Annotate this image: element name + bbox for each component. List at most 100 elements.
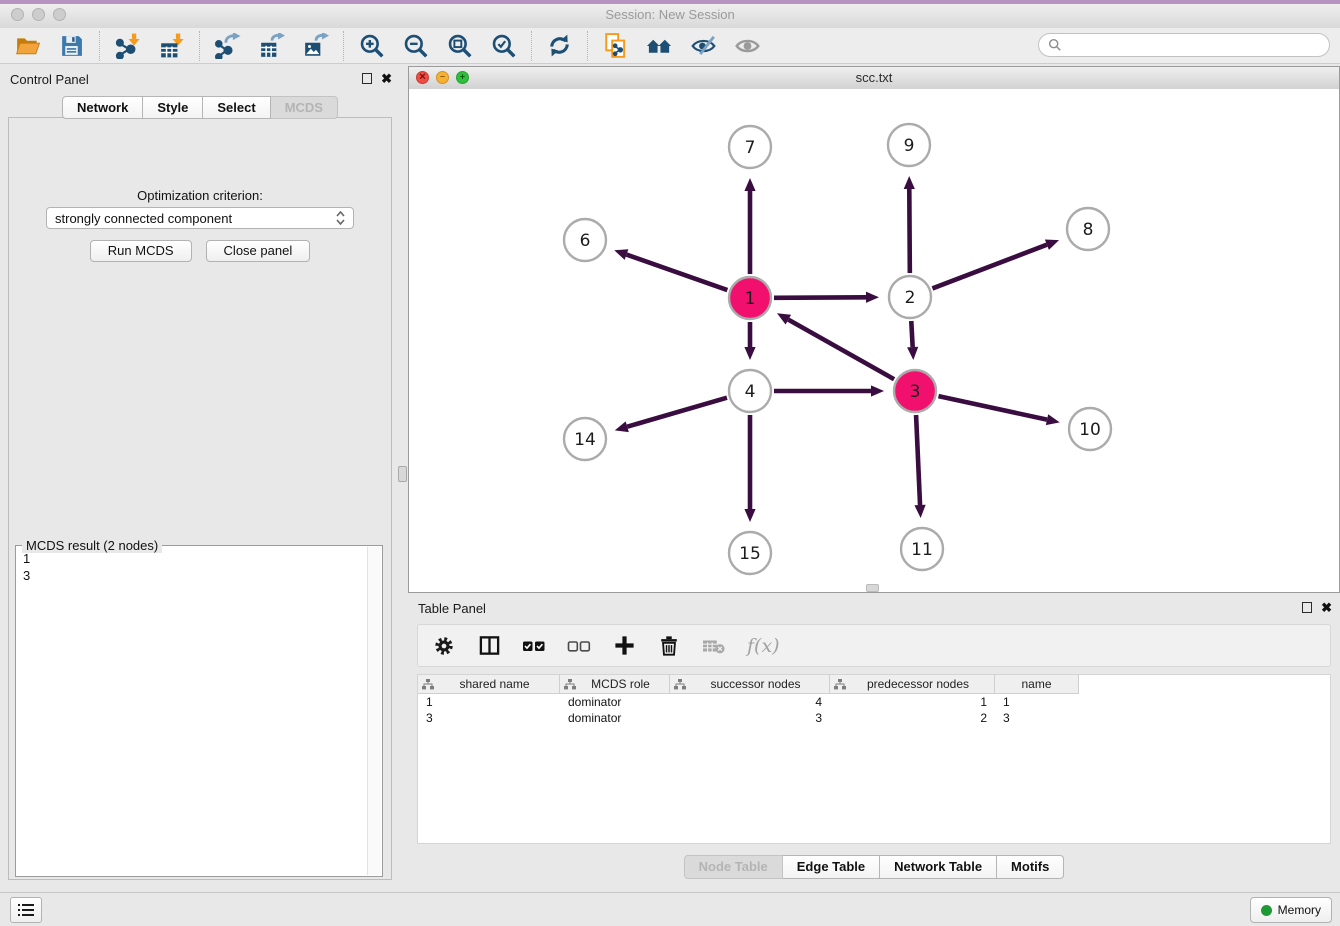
- edge-arrowhead: [907, 347, 918, 360]
- edge-3-11[interactable]: [916, 415, 920, 505]
- tab-mcds[interactable]: MCDS: [271, 96, 338, 119]
- column-header-predecessor-nodes[interactable]: predecessor nodes: [830, 675, 995, 694]
- table-cell[interactable]: 3: [995, 710, 1079, 726]
- criterion-value: strongly connected component: [55, 211, 336, 226]
- control-panel: Control Panel ✖ NetworkStyleSelectMCDS O…: [0, 66, 400, 884]
- show-all-icon[interactable]: [734, 32, 761, 59]
- mcds-result-text: 1 3: [17, 547, 368, 875]
- close-panel-button[interactable]: Close panel: [206, 240, 311, 262]
- table-cell[interactable]: 1: [995, 694, 1079, 710]
- table-toolbar: f(x): [417, 624, 1331, 667]
- canvas-splitter-handle[interactable]: [866, 584, 879, 592]
- export-table-icon[interactable]: [258, 32, 285, 59]
- main-toolbar: [0, 28, 1340, 64]
- edge-3-1[interactable]: [788, 320, 894, 380]
- edge-arrowhead: [871, 385, 884, 396]
- zoom-selected-icon[interactable]: [490, 32, 517, 59]
- graph-node-label: 11: [911, 540, 933, 560]
- import-table-icon[interactable]: [158, 32, 185, 59]
- edge-arrowhead: [615, 421, 629, 432]
- flat-tree-icon: [564, 679, 576, 690]
- hide-selected-icon[interactable]: [690, 32, 717, 59]
- edge-arrowhead: [744, 178, 755, 191]
- deselect-all-checkboxes-icon[interactable]: [567, 634, 591, 658]
- open-session-icon[interactable]: [14, 32, 41, 59]
- table-cell[interactable]: 2: [830, 710, 995, 726]
- tab-motifs[interactable]: Motifs: [997, 855, 1064, 879]
- table-cell[interactable]: 3: [670, 710, 830, 726]
- split-panel-icon[interactable]: [477, 634, 501, 658]
- memory-button[interactable]: Memory: [1250, 897, 1332, 923]
- network-from-clipboard-icon[interactable]: [602, 32, 629, 59]
- close-panel-icon[interactable]: ✖: [381, 72, 392, 85]
- edge-3-10[interactable]: [938, 396, 1047, 420]
- column-settings-gear-icon[interactable]: [432, 634, 456, 658]
- graph-node-label: 15: [739, 544, 761, 564]
- optimization-criterion-label: Optimization criterion:: [9, 188, 391, 203]
- tab-select[interactable]: Select: [203, 96, 270, 119]
- node-table: shared nameMCDS rolesuccessor nodesprede…: [417, 674, 1331, 844]
- edge-arrowhead: [614, 249, 628, 260]
- result-scrollbar[interactable]: [367, 547, 381, 875]
- mcds-result-box: MCDS result (2 nodes) 1 3: [15, 545, 383, 877]
- task-history-button[interactable]: [10, 897, 42, 923]
- refresh-icon[interactable]: [546, 32, 573, 59]
- table-float-panel-icon[interactable]: [1302, 602, 1312, 613]
- criterion-dropdown[interactable]: strongly connected component: [46, 207, 354, 229]
- tab-edge-table[interactable]: Edge Table: [783, 855, 880, 879]
- edge-2-3[interactable]: [911, 321, 912, 347]
- column-header-successor-nodes[interactable]: successor nodes: [670, 675, 830, 694]
- graph-node-label: 4: [745, 382, 756, 402]
- table-close-panel-icon[interactable]: ✖: [1321, 601, 1332, 614]
- tab-node-table[interactable]: Node Table: [684, 855, 783, 879]
- tab-network[interactable]: Network: [62, 96, 143, 119]
- graph-node-label: 10: [1079, 420, 1101, 440]
- network-window-titlebar[interactable]: ✕ − + scc.txt: [409, 67, 1339, 90]
- flat-tree-icon: [674, 679, 686, 690]
- edge-2-9[interactable]: [909, 189, 910, 273]
- select-all-checkboxes-icon[interactable]: [522, 634, 546, 658]
- search-input[interactable]: [1067, 37, 1320, 54]
- column-header-label: name: [999, 677, 1074, 691]
- first-neighbors-icon[interactable]: [646, 32, 673, 59]
- edge-arrowhead: [744, 509, 755, 522]
- edge-arrowhead: [914, 505, 925, 518]
- graph-node-label: 6: [580, 231, 591, 251]
- run-mcds-button[interactable]: Run MCDS: [90, 240, 192, 262]
- status-bar: Memory: [0, 892, 1340, 926]
- control-panel-tabs: NetworkStyleSelectMCDS: [0, 96, 400, 119]
- tab-style[interactable]: Style: [143, 96, 203, 119]
- zoom-out-icon[interactable]: [402, 32, 429, 59]
- float-panel-icon[interactable]: [362, 73, 372, 84]
- table-row[interactable]: 1dominator411: [418, 694, 1330, 710]
- edge-2-8[interactable]: [932, 245, 1046, 289]
- table-cell[interactable]: dominator: [560, 694, 670, 710]
- table-row[interactable]: 3dominator323: [418, 710, 1330, 726]
- network-window-title: scc.txt: [409, 70, 1339, 85]
- column-header-MCDS-role[interactable]: MCDS role: [560, 675, 670, 694]
- table-cell[interactable]: 1: [418, 694, 560, 710]
- column-header-name[interactable]: name: [995, 675, 1079, 694]
- column-header-shared-name[interactable]: shared name: [418, 675, 560, 694]
- edge-1-6[interactable]: [627, 255, 728, 290]
- zoom-in-icon[interactable]: [358, 32, 385, 59]
- add-column-icon[interactable]: [612, 634, 636, 658]
- graph-node-label: 8: [1083, 220, 1094, 240]
- table-cell[interactable]: 3: [418, 710, 560, 726]
- panel-splitter-handle[interactable]: [398, 466, 407, 482]
- save-session-icon[interactable]: [58, 32, 85, 59]
- table-cell[interactable]: 4: [670, 694, 830, 710]
- edge-4-14[interactable]: [627, 398, 727, 427]
- edge-1-2[interactable]: [774, 297, 866, 298]
- delete-column-trash-icon[interactable]: [657, 634, 681, 658]
- table-cell[interactable]: dominator: [560, 710, 670, 726]
- network-canvas[interactable]: 7968124314101511: [409, 89, 1339, 592]
- window-titlebar: Session: New Session: [0, 0, 1340, 29]
- export-network-icon[interactable]: [214, 32, 241, 59]
- export-image-icon[interactable]: [302, 32, 329, 59]
- zoom-fit-icon[interactable]: [446, 32, 473, 59]
- tab-network-table[interactable]: Network Table: [880, 855, 997, 879]
- import-network-icon[interactable]: [114, 32, 141, 59]
- table-cell[interactable]: 1: [830, 694, 995, 710]
- search-field[interactable]: [1038, 33, 1330, 57]
